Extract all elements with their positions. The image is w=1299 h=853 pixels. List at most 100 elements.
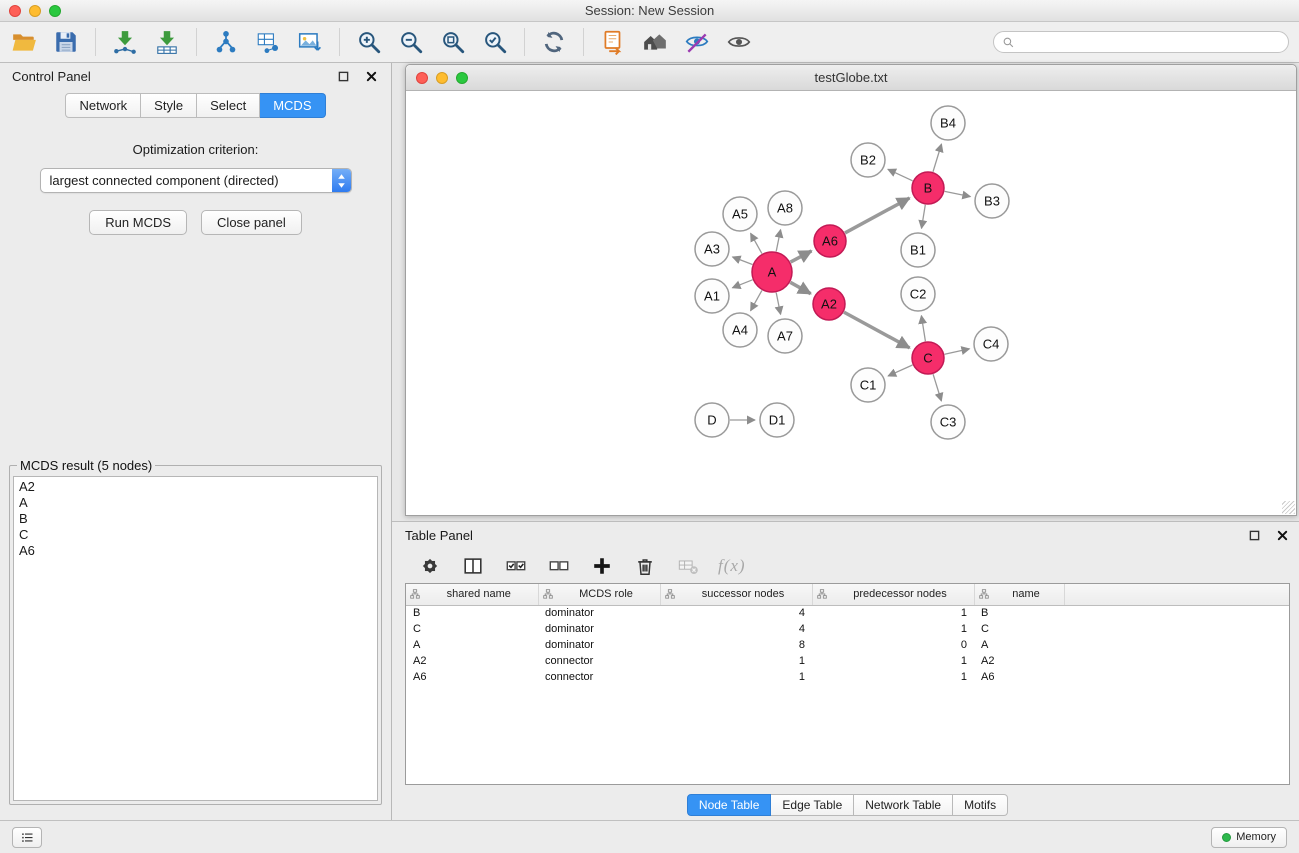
- node-A8[interactable]: A8: [768, 191, 802, 225]
- node-B[interactable]: B: [912, 172, 944, 204]
- task-history-button[interactable]: [12, 827, 42, 848]
- column-header-predecessor-nodes[interactable]: predecessor nodes: [812, 584, 974, 605]
- mcds-result-item[interactable]: A: [19, 495, 372, 511]
- add-row-button[interactable]: [589, 553, 615, 579]
- float-table-panel-button[interactable]: [1246, 527, 1262, 543]
- node-B3[interactable]: B3: [975, 184, 1009, 218]
- select-all-button[interactable]: [503, 553, 529, 579]
- mcds-result-item[interactable]: A6: [19, 543, 372, 559]
- mcds-result-item[interactable]: A2: [19, 479, 372, 495]
- node-C3[interactable]: C3: [931, 405, 965, 439]
- columns-button[interactable]: [460, 553, 486, 579]
- close-table-panel-button[interactable]: [1274, 527, 1290, 543]
- tab-network[interactable]: Network: [65, 93, 141, 118]
- edge-B-B4[interactable]: [933, 144, 942, 172]
- run-mcds-button[interactable]: Run MCDS: [89, 210, 187, 235]
- network-minimize-button[interactable]: [436, 72, 448, 84]
- table-row[interactable]: A6connector11A6: [406, 669, 1289, 685]
- edge-B-B3[interactable]: [945, 191, 971, 196]
- zoom-selected-button[interactable]: [475, 25, 515, 59]
- close-control-panel-button[interactable]: [363, 68, 379, 84]
- float-panel-button[interactable]: [335, 68, 351, 84]
- graphics-details-button[interactable]: [677, 25, 717, 59]
- table-row[interactable]: Cdominator41C: [406, 621, 1289, 637]
- edge-A-A4[interactable]: [751, 290, 762, 310]
- network-window-titlebar[interactable]: testGlobe.txt: [406, 65, 1296, 91]
- import-table-button[interactable]: [147, 25, 187, 59]
- home-button[interactable]: [635, 25, 675, 59]
- network-maximize-button[interactable]: [456, 72, 468, 84]
- node-D[interactable]: D: [695, 403, 729, 437]
- show-hide-button[interactable]: [719, 25, 759, 59]
- table-row[interactable]: A2connector11A2: [406, 653, 1289, 669]
- network-canvas[interactable]: B4B2BB3A5A8A6A3B1AC2A1A2A4A7C4CC1DD1C3: [406, 91, 1296, 515]
- node-A1[interactable]: A1: [695, 279, 729, 313]
- edge-A-A6[interactable]: [791, 251, 812, 262]
- close-window-button[interactable]: [9, 5, 21, 17]
- edge-C-C1[interactable]: [888, 365, 912, 376]
- node-B2[interactable]: B2: [851, 143, 885, 177]
- search-input[interactable]: [1020, 35, 1280, 49]
- node-A2[interactable]: A2: [813, 288, 845, 320]
- edge-A-A2[interactable]: [790, 282, 810, 293]
- network-graph[interactable]: B4B2BB3A5A8A6A3B1AC2A1A2A4A7C4CC1DD1C3: [406, 91, 1290, 515]
- node-A7[interactable]: A7: [768, 319, 802, 353]
- open-session-button[interactable]: [593, 25, 633, 59]
- node-B4[interactable]: B4: [931, 106, 965, 140]
- mcds-result-item[interactable]: C: [19, 527, 372, 543]
- tab-select[interactable]: Select: [197, 93, 260, 118]
- mcds-result-item[interactable]: B: [19, 511, 372, 527]
- mcds-result-list[interactable]: A2ABCA6: [13, 476, 378, 801]
- edge-A-A3[interactable]: [733, 257, 753, 265]
- gear-button[interactable]: [417, 553, 443, 579]
- edge-A-A1[interactable]: [732, 280, 752, 288]
- new-table-button[interactable]: [248, 25, 288, 59]
- node-A4[interactable]: A4: [723, 313, 757, 347]
- column-header-MCDS-role[interactable]: MCDS role: [538, 584, 660, 605]
- node-A3[interactable]: A3: [695, 232, 729, 266]
- zoom-in-button[interactable]: [349, 25, 389, 59]
- column-header-successor-nodes[interactable]: successor nodes: [660, 584, 812, 605]
- edge-A-A7[interactable]: [776, 293, 780, 315]
- zoom-out-button[interactable]: [391, 25, 431, 59]
- memory-button[interactable]: Memory: [1211, 827, 1287, 848]
- node-C4[interactable]: C4: [974, 327, 1008, 361]
- tab-style[interactable]: Style: [141, 93, 197, 118]
- new-network-button[interactable]: [206, 25, 246, 59]
- tab-node-table[interactable]: Node Table: [687, 794, 772, 816]
- edge-A6-B[interactable]: [845, 198, 910, 233]
- node-A6[interactable]: A6: [814, 225, 846, 257]
- save-button[interactable]: [46, 25, 86, 59]
- minimize-window-button[interactable]: [29, 5, 41, 17]
- open-file-button[interactable]: [4, 25, 44, 59]
- node-B1[interactable]: B1: [901, 233, 935, 267]
- resize-grip-icon[interactable]: [1282, 501, 1295, 514]
- column-header-name[interactable]: name: [974, 584, 1064, 605]
- edge-A-A5[interactable]: [751, 233, 762, 253]
- node-D1[interactable]: D1: [760, 403, 794, 437]
- table-row[interactable]: Adominator80A: [406, 637, 1289, 653]
- node-C[interactable]: C: [912, 342, 944, 374]
- edge-B-B1[interactable]: [922, 205, 926, 229]
- edge-C-C4[interactable]: [945, 349, 970, 355]
- search-box[interactable]: [993, 31, 1289, 53]
- node-A5[interactable]: A5: [723, 197, 757, 231]
- edge-B-B2[interactable]: [888, 169, 913, 181]
- column-header-shared-name[interactable]: shared name: [406, 584, 538, 605]
- import-network-button[interactable]: [105, 25, 145, 59]
- node-C1[interactable]: C1: [851, 368, 885, 402]
- deselect-all-button[interactable]: [546, 553, 572, 579]
- criterion-dropdown[interactable]: largest connected component (directed): [40, 168, 352, 193]
- refresh-button[interactable]: [534, 25, 574, 59]
- zoom-fit-button[interactable]: [433, 25, 473, 59]
- tab-mcds[interactable]: MCDS: [260, 93, 325, 118]
- edge-A-A8[interactable]: [776, 230, 780, 252]
- edge-A2-C[interactable]: [844, 312, 910, 348]
- network-close-button[interactable]: [416, 72, 428, 84]
- tab-motifs[interactable]: Motifs: [953, 794, 1008, 816]
- table-row[interactable]: Bdominator41B: [406, 605, 1289, 621]
- edge-C-C2[interactable]: [921, 316, 925, 342]
- delete-row-button[interactable]: [632, 553, 658, 579]
- tab-network-table[interactable]: Network Table: [854, 794, 953, 816]
- maximize-window-button[interactable]: [49, 5, 61, 17]
